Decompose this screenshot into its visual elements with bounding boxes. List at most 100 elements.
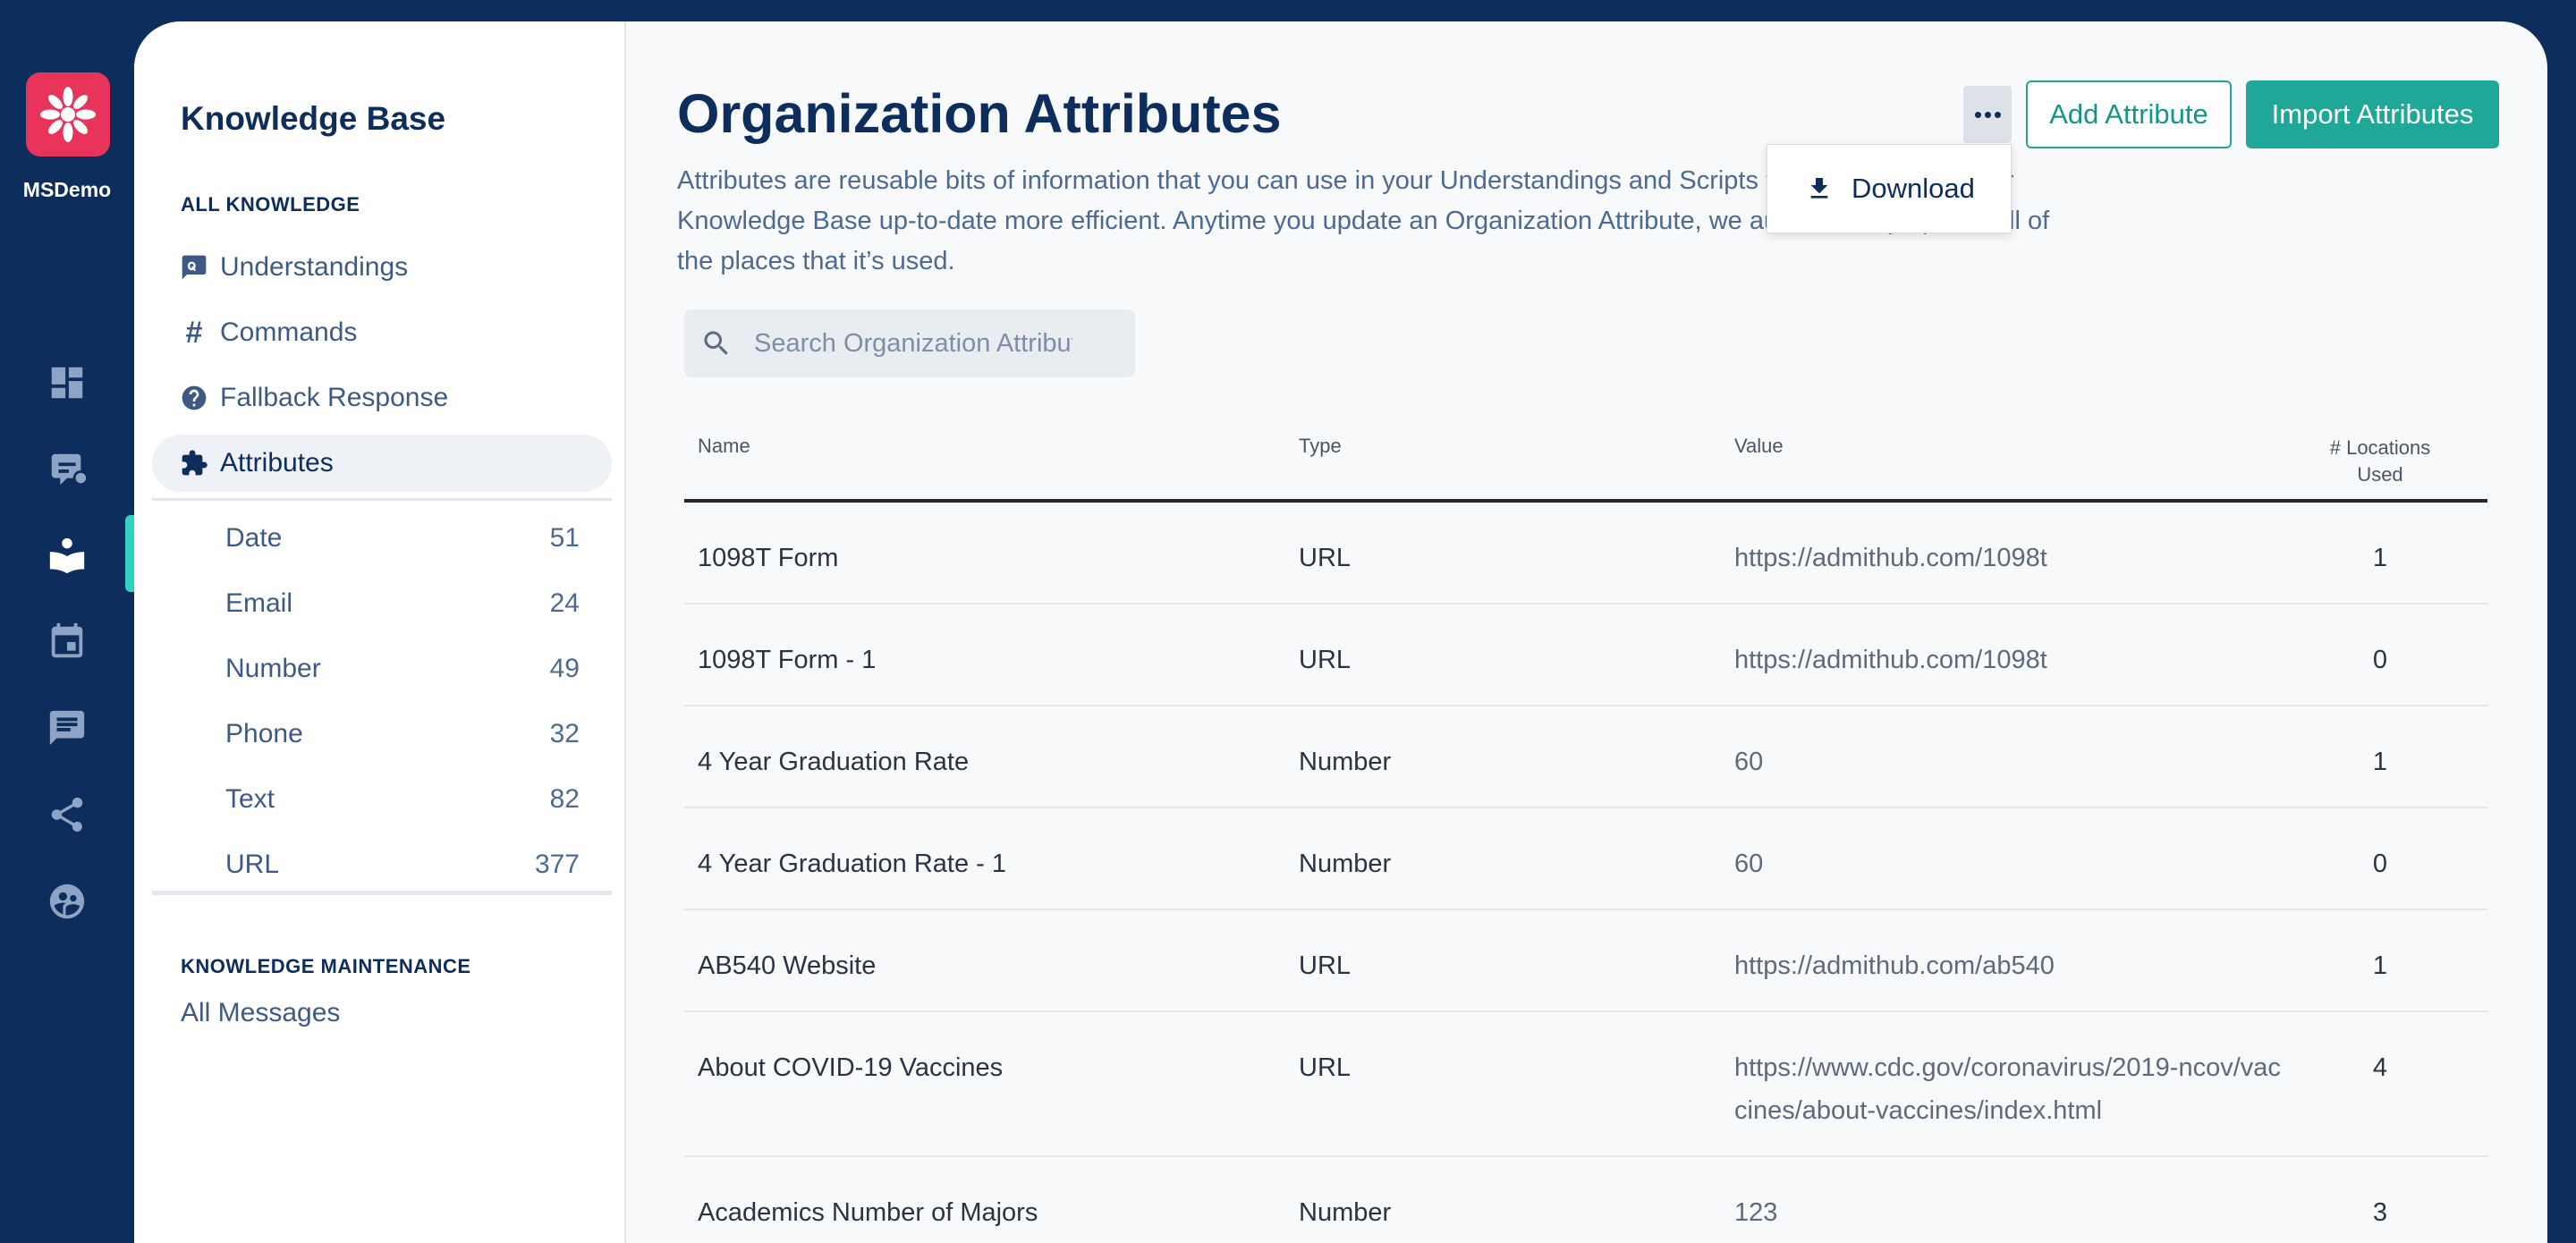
attribute-type-count: 51 xyxy=(549,523,580,553)
cell-value: 123 xyxy=(1734,1198,1778,1227)
cell-name: Academics Number of Majors xyxy=(698,1198,1038,1227)
puzzle-icon xyxy=(179,448,209,478)
main-card: Knowledge Base ALL KNOWLEDGE Understandi… xyxy=(134,21,2547,1243)
question-icon xyxy=(179,383,209,413)
attributes-table: Name Type Value # Locations Used 1098T F… xyxy=(684,395,2487,1243)
table-row[interactable]: 4 Year Graduation Rate Number 60 1 xyxy=(684,706,2487,808)
attribute-type-email[interactable]: Email 24 xyxy=(152,575,612,632)
cell-type: URL xyxy=(1299,646,1352,674)
dashboard-icon[interactable] xyxy=(46,361,89,404)
table-row[interactable]: About COVID-19 Vaccines URL https://www.… xyxy=(684,1012,2487,1157)
cell-value: 60 xyxy=(1734,748,1764,776)
share-icon[interactable] xyxy=(46,793,89,836)
attribute-type-label: URL xyxy=(225,850,280,879)
hash-icon: # xyxy=(185,315,203,350)
messages-icon[interactable] xyxy=(46,706,89,749)
attribute-type-count: 32 xyxy=(549,719,580,748)
download-label: Download xyxy=(1852,173,1975,204)
ellipsis-icon xyxy=(1994,111,2001,118)
understanding-icon xyxy=(179,252,209,283)
table-row[interactable]: 1098T Form URL https://admithub.com/1098… xyxy=(684,503,2487,605)
cell-locations: 3 xyxy=(2372,1198,2388,1227)
import-attributes-button[interactable]: Import Attributes xyxy=(2246,80,2499,148)
cell-locations: 4 xyxy=(2372,1053,2388,1082)
add-attribute-button[interactable]: Add Attribute xyxy=(2026,80,2232,148)
sidebar-item-attributes[interactable]: Attributes xyxy=(152,435,612,492)
search-field[interactable] xyxy=(684,309,1135,377)
cell-name: 4 Year Graduation Rate xyxy=(698,748,970,776)
sidebar-item-label: Commands xyxy=(220,317,358,347)
sidebar-item-understandings[interactable]: Understandings xyxy=(152,239,612,296)
conversations-icon[interactable] xyxy=(46,448,89,491)
cell-name: About COVID-19 Vaccines xyxy=(698,1053,1004,1082)
cell-locations: 0 xyxy=(2372,646,2388,674)
table-row[interactable]: 1098T Form - 1 URL https://admithub.com/… xyxy=(684,605,2487,706)
column-header-type[interactable]: Type xyxy=(1299,435,1342,458)
attribute-type-label: Number xyxy=(225,654,321,683)
search-icon xyxy=(704,331,728,355)
sidebar-item-label: Fallback Response xyxy=(220,383,449,412)
cell-value: https://www.cdc.gov/coronavirus/2019-nco… xyxy=(1734,1053,2281,1125)
search-input[interactable] xyxy=(752,327,1074,359)
divider xyxy=(152,498,612,501)
attribute-type-date[interactable]: Date 51 xyxy=(152,510,612,567)
all-messages-link[interactable]: All Messages xyxy=(181,998,340,1028)
cell-locations: 1 xyxy=(2372,748,2388,776)
cell-locations: 1 xyxy=(2372,544,2388,572)
attribute-type-count: 377 xyxy=(534,850,580,879)
download-icon xyxy=(1810,178,1828,199)
cell-type: URL xyxy=(1299,951,1352,980)
table-header: Name Type Value # Locations Used xyxy=(684,395,2487,503)
cell-locations: 1 xyxy=(2372,951,2388,980)
sidebar-item-commands[interactable]: # Commands xyxy=(152,304,612,361)
attribute-type-count: 24 xyxy=(549,588,580,618)
asterisk-logo-icon xyxy=(40,87,96,142)
attribute-type-number[interactable]: Number 49 xyxy=(152,640,612,698)
attribute-type-count: 49 xyxy=(549,654,580,683)
attribute-type-phone[interactable]: Phone 32 xyxy=(152,706,612,763)
sidebar-item-label: Understandings xyxy=(220,252,409,282)
knowledge-base-icon[interactable] xyxy=(46,534,89,577)
sidebar-item-label: Attributes xyxy=(220,448,334,478)
section-all-knowledge: ALL KNOWLEDGE xyxy=(181,193,360,216)
download-menu-item[interactable]: Download xyxy=(1767,144,2012,233)
cell-value: https://admithub.com/1098t xyxy=(1734,646,2047,674)
table-row[interactable]: 4 Year Graduation Rate - 1 Number 60 0 xyxy=(684,808,2487,910)
cell-locations: 0 xyxy=(2372,850,2388,878)
cell-name: 4 Year Graduation Rate - 1 xyxy=(698,850,1007,878)
cell-type: Number xyxy=(1299,850,1392,878)
org-name: MSDemo xyxy=(22,178,112,201)
column-header-value[interactable]: Value xyxy=(1734,435,1784,458)
attribute-type-label: Date xyxy=(225,523,283,553)
attribute-type-label: Phone xyxy=(225,719,303,748)
active-nav-marker xyxy=(125,515,134,592)
cell-value: 60 xyxy=(1734,850,1764,878)
attribute-type-label: Text xyxy=(225,784,275,814)
column-header-locations[interactable]: # Locations Used xyxy=(2318,435,2443,488)
column-header-name[interactable]: Name xyxy=(698,435,750,458)
page-title: Organization Attributes xyxy=(677,83,1282,144)
attribute-type-count: 82 xyxy=(549,784,580,814)
section-knowledge-maintenance: KNOWLEDGE MAINTENANCE xyxy=(181,955,471,977)
calendar-icon[interactable] xyxy=(46,621,89,664)
attribute-type-label: Email xyxy=(225,588,293,618)
knowledge-sidebar: Knowledge Base ALL KNOWLEDGE Understandi… xyxy=(134,21,626,1243)
cell-name: 1098T Form - 1 xyxy=(698,646,877,674)
divider xyxy=(152,891,612,895)
cell-value: https://admithub.com/ab540 xyxy=(1734,951,2055,980)
app-rail: MSDemo xyxy=(0,0,134,1243)
ellipsis-icon xyxy=(1974,111,1981,118)
more-options-button[interactable] xyxy=(1963,86,2012,143)
ellipsis-icon xyxy=(1984,111,1991,118)
sidebar-item-fallback-response[interactable]: Fallback Response xyxy=(152,369,612,427)
cell-type: Number xyxy=(1299,1198,1392,1227)
cell-name: AB540 Website xyxy=(698,951,877,980)
cell-name: 1098T Form xyxy=(698,544,839,572)
table-row[interactable]: AB540 Website URL https://admithub.com/a… xyxy=(684,910,2487,1012)
audience-icon[interactable] xyxy=(46,880,89,923)
attribute-type-text[interactable]: Text 82 xyxy=(152,771,612,828)
sidebar-title: Knowledge Base xyxy=(181,100,446,137)
table-row[interactable]: Academics Number of Majors Number 123 3 xyxy=(684,1157,2487,1243)
org-logo[interactable] xyxy=(26,72,110,156)
attribute-type-url[interactable]: URL 377 xyxy=(152,836,612,893)
